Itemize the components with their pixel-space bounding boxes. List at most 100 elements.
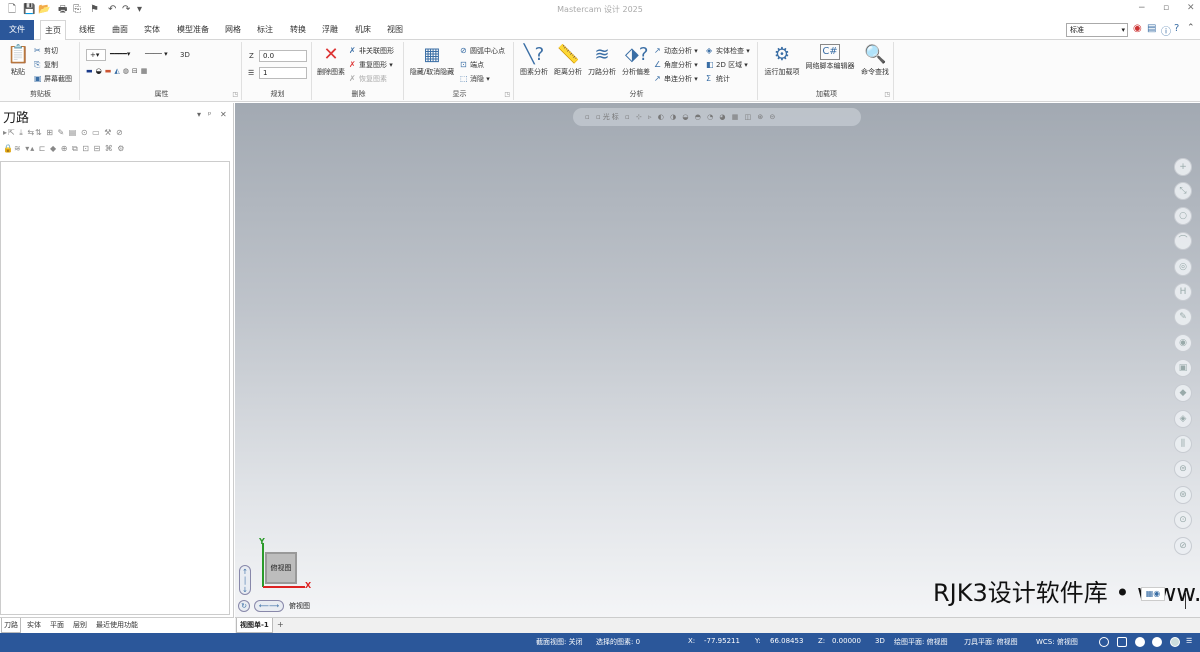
tab-solids-panel[interactable]: 实体 (25, 618, 43, 633)
grid-view-icon[interactable] (1117, 637, 1127, 647)
hide-unhide-button[interactable]: ▦ 隐藏/取消隐藏 (406, 44, 458, 77)
tab-model-prep[interactable]: 模型准备 (175, 20, 211, 40)
toolpath-analysis-button[interactable]: ≋ 刀路分析 (586, 44, 618, 77)
chat-icon[interactable]: ▤ (1147, 23, 1156, 34)
z-depth-input[interactable]: 0.0 (259, 50, 307, 62)
screenshot-button[interactable]: ▣ 屏幕截图 (34, 74, 72, 84)
section-view-status[interactable]: 截面视图: 关闭 (536, 637, 583, 647)
add-viewsheet-icon[interactable]: + (277, 620, 284, 629)
viewsheet-tab-1[interactable]: 视图单-1 (236, 618, 273, 633)
wcs-status[interactable]: WCS: 俯视图 (1036, 637, 1078, 647)
panel-toolbar-row-2[interactable]: 🔒≋ ▾▴ ⊏ ◆ ⊕ ⧉ ⊡ ⊟ ⌘ ⚙ (3, 144, 125, 156)
vertical-rotate-control[interactable]: ↑ │ ↓ (239, 565, 251, 595)
minimize-button[interactable]: − (1138, 3, 1146, 13)
toolpath-tree[interactable] (0, 161, 230, 615)
tab-home[interactable]: 主页 (40, 20, 66, 41)
tab-relief[interactable]: 浮雕 (320, 20, 340, 40)
collapse-ribbon-icon[interactable]: ⌃ (1187, 23, 1195, 33)
graphics-viewport[interactable]: ▫ ▫光标 ▫ ⊹ ▹ ◐ ◑ ◒ ◓ ◔ ◕ ▦ ◫ ⊛ ⊝ + ⤡ ○ ⌒ … (235, 103, 1200, 617)
status-menu-icon[interactable]: ☰ (1186, 637, 1192, 645)
cplane-status[interactable]: 绘图平面: 俯视图 (894, 637, 948, 647)
point-style-select[interactable]: +▾ (86, 49, 106, 61)
tab-toolpaths[interactable]: 刀路 (1, 618, 21, 633)
close-button[interactable]: ✕ (1187, 3, 1195, 13)
entity-analysis-button[interactable]: ╲? 图素分析 (518, 44, 550, 77)
tab-transform[interactable]: 转换 (288, 20, 308, 40)
distance-analysis-button[interactable]: 📏 距离分析 (552, 44, 584, 77)
blank-button[interactable]: ⬚ 消隐 ▾ (460, 74, 490, 84)
style-combo[interactable]: 标准 ▾ (1066, 23, 1128, 37)
rotate-view-icon[interactable]: ↻ (238, 600, 250, 612)
color-tools-row[interactable]: ▬◒▬◭◍⊟▦ (86, 66, 150, 76)
right-toolbar-pencil-icon[interactable]: ✎ (1174, 308, 1192, 326)
tab-machine[interactable]: 机床 (353, 20, 373, 40)
right-toolbar-stack-icon[interactable]: ⊜ (1174, 460, 1192, 478)
tab-planes[interactable]: 平面 (48, 618, 66, 633)
solid-check-button[interactable]: ◈ 实体检查 ▾ (706, 46, 750, 56)
help-icon[interactable]: ? (1174, 23, 1179, 34)
deviation-analysis-button[interactable]: ⬗? 分析偏差 (620, 44, 652, 77)
right-toolbar-settings-icon[interactable]: ⊙ (1174, 511, 1192, 529)
right-toolbar-shade-icon[interactable]: ◉ (1174, 334, 1192, 352)
view-cube[interactable]: 俯视图 (265, 552, 297, 584)
attributes-launcher-icon[interactable]: ◳ (232, 91, 238, 98)
tab-mesh[interactable]: 网格 (223, 20, 243, 40)
windows-grid-icon[interactable]: ▦◉ (1141, 587, 1165, 601)
tab-recent-functions[interactable]: 最近使用功能 (94, 618, 140, 633)
tab-dimension[interactable]: 标注 (255, 20, 275, 40)
endpoints-button[interactable]: ⊡ 端点 (460, 60, 484, 70)
floating-selection-toolbar[interactable]: ▫ ▫光标 ▫ ⊹ ▹ ◐ ◑ ◒ ◓ ◔ ◕ ▦ ◫ ⊛ ⊝ (573, 108, 861, 126)
tab-file[interactable]: 文件 (0, 20, 34, 40)
tab-solids[interactable]: 实体 (142, 20, 162, 40)
feedback-icon[interactable]: ◉ (1133, 23, 1142, 34)
right-toolbar-line-icon[interactable]: ⤡ (1174, 182, 1192, 200)
line-width-select[interactable]: ──── ▾ (142, 49, 176, 61)
right-toolbar-solid-icon[interactable]: ◆ (1174, 384, 1192, 402)
delete-duplicate-button[interactable]: ✗ 重复图形 ▾ (349, 60, 393, 70)
right-toolbar-cube-icon[interactable]: ▣ (1174, 359, 1192, 377)
tab-view[interactable]: 视图 (385, 20, 405, 40)
panel-menu-icon[interactable]: ▾ (197, 110, 201, 119)
restore-entities-button[interactable]: ✗ 恢复图素 (349, 74, 387, 84)
tab-levels[interactable]: 层别 (71, 618, 89, 633)
dynamic-analysis-button[interactable]: ↗ 动态分析 ▾ (654, 46, 698, 56)
horizontal-rotate-control[interactable]: ⟵⟶ (254, 600, 284, 612)
copy-button[interactable]: ⎘ 复制 (34, 60, 58, 70)
addins-launcher-icon[interactable]: ◳ (884, 91, 890, 98)
right-toolbar-plus-icon[interactable]: + (1174, 158, 1192, 176)
level-input[interactable]: 1 (259, 67, 307, 79)
tplane-status[interactable]: 刀具平面: 俯视图 (964, 637, 1018, 647)
right-toolbar-box-icon[interactable]: ◈ (1174, 410, 1192, 428)
right-toolbar-layers-icon[interactable]: ⊛ (1174, 486, 1192, 504)
arc-center-button[interactable]: ⊘ 圆弧中心点 (460, 46, 505, 56)
delete-entities-button[interactable]: ✕ 删除图素 (314, 44, 348, 77)
shaded-sphere-icon[interactable] (1135, 637, 1145, 647)
tab-wireframe[interactable]: 线框 (77, 20, 97, 40)
globe-icon[interactable] (1099, 637, 1109, 647)
maximize-button[interactable]: ▫ (1163, 3, 1169, 13)
cut-button[interactable]: ✂ 剪切 (34, 46, 58, 56)
angle-analysis-button[interactable]: ∠ 角度分析 ▾ (654, 60, 698, 70)
right-toolbar-circle-icon[interactable]: ○ (1174, 207, 1192, 225)
chain-analysis-button[interactable]: ↗ 串连分析 ▾ (654, 74, 698, 84)
material-sphere-icon[interactable] (1152, 637, 1162, 647)
run-addin-button[interactable]: ⚙ 运行加载项 (762, 44, 802, 77)
area2d-button[interactable]: ◧ 2D 区域 ▾ (706, 60, 748, 70)
mode-3d-toggle[interactable]: 3D (875, 637, 885, 645)
line-style-select[interactable]: ━━━━▾ (107, 49, 141, 61)
right-toolbar-target-icon[interactable]: ◎ (1174, 258, 1192, 276)
statistics-button[interactable]: Σ 统计 (706, 74, 730, 84)
command-search-button[interactable]: 🔍 命令查找 (858, 44, 892, 77)
panel-close-icon[interactable]: ✕ (220, 110, 227, 119)
dimension-mode-label[interactable]: 3D (180, 50, 190, 60)
info-icon[interactable]: ⓘ (1161, 23, 1171, 38)
right-toolbar-slice-icon[interactable]: ⫼ (1174, 435, 1192, 453)
display-launcher-icon[interactable]: ◳ (504, 91, 510, 98)
panel-pin-icon[interactable]: ᵖ (208, 110, 211, 119)
wire-sphere-icon[interactable] (1170, 637, 1180, 647)
right-toolbar-arc-icon[interactable]: ⌒ (1174, 232, 1192, 250)
right-toolbar-cancel-icon[interactable]: ⊘ (1174, 537, 1192, 555)
panel-toolbar-row-1[interactable]: ▸⇱ ⤓ ⇆⇅ ⊞ ✎ ▤ ⊙ ▭ ⚒ ⊘ (3, 128, 124, 140)
paste-button[interactable]: 📋 粘贴 (4, 44, 32, 77)
delete-unrelated-button[interactable]: ✗ 非关联图形 (349, 46, 394, 56)
